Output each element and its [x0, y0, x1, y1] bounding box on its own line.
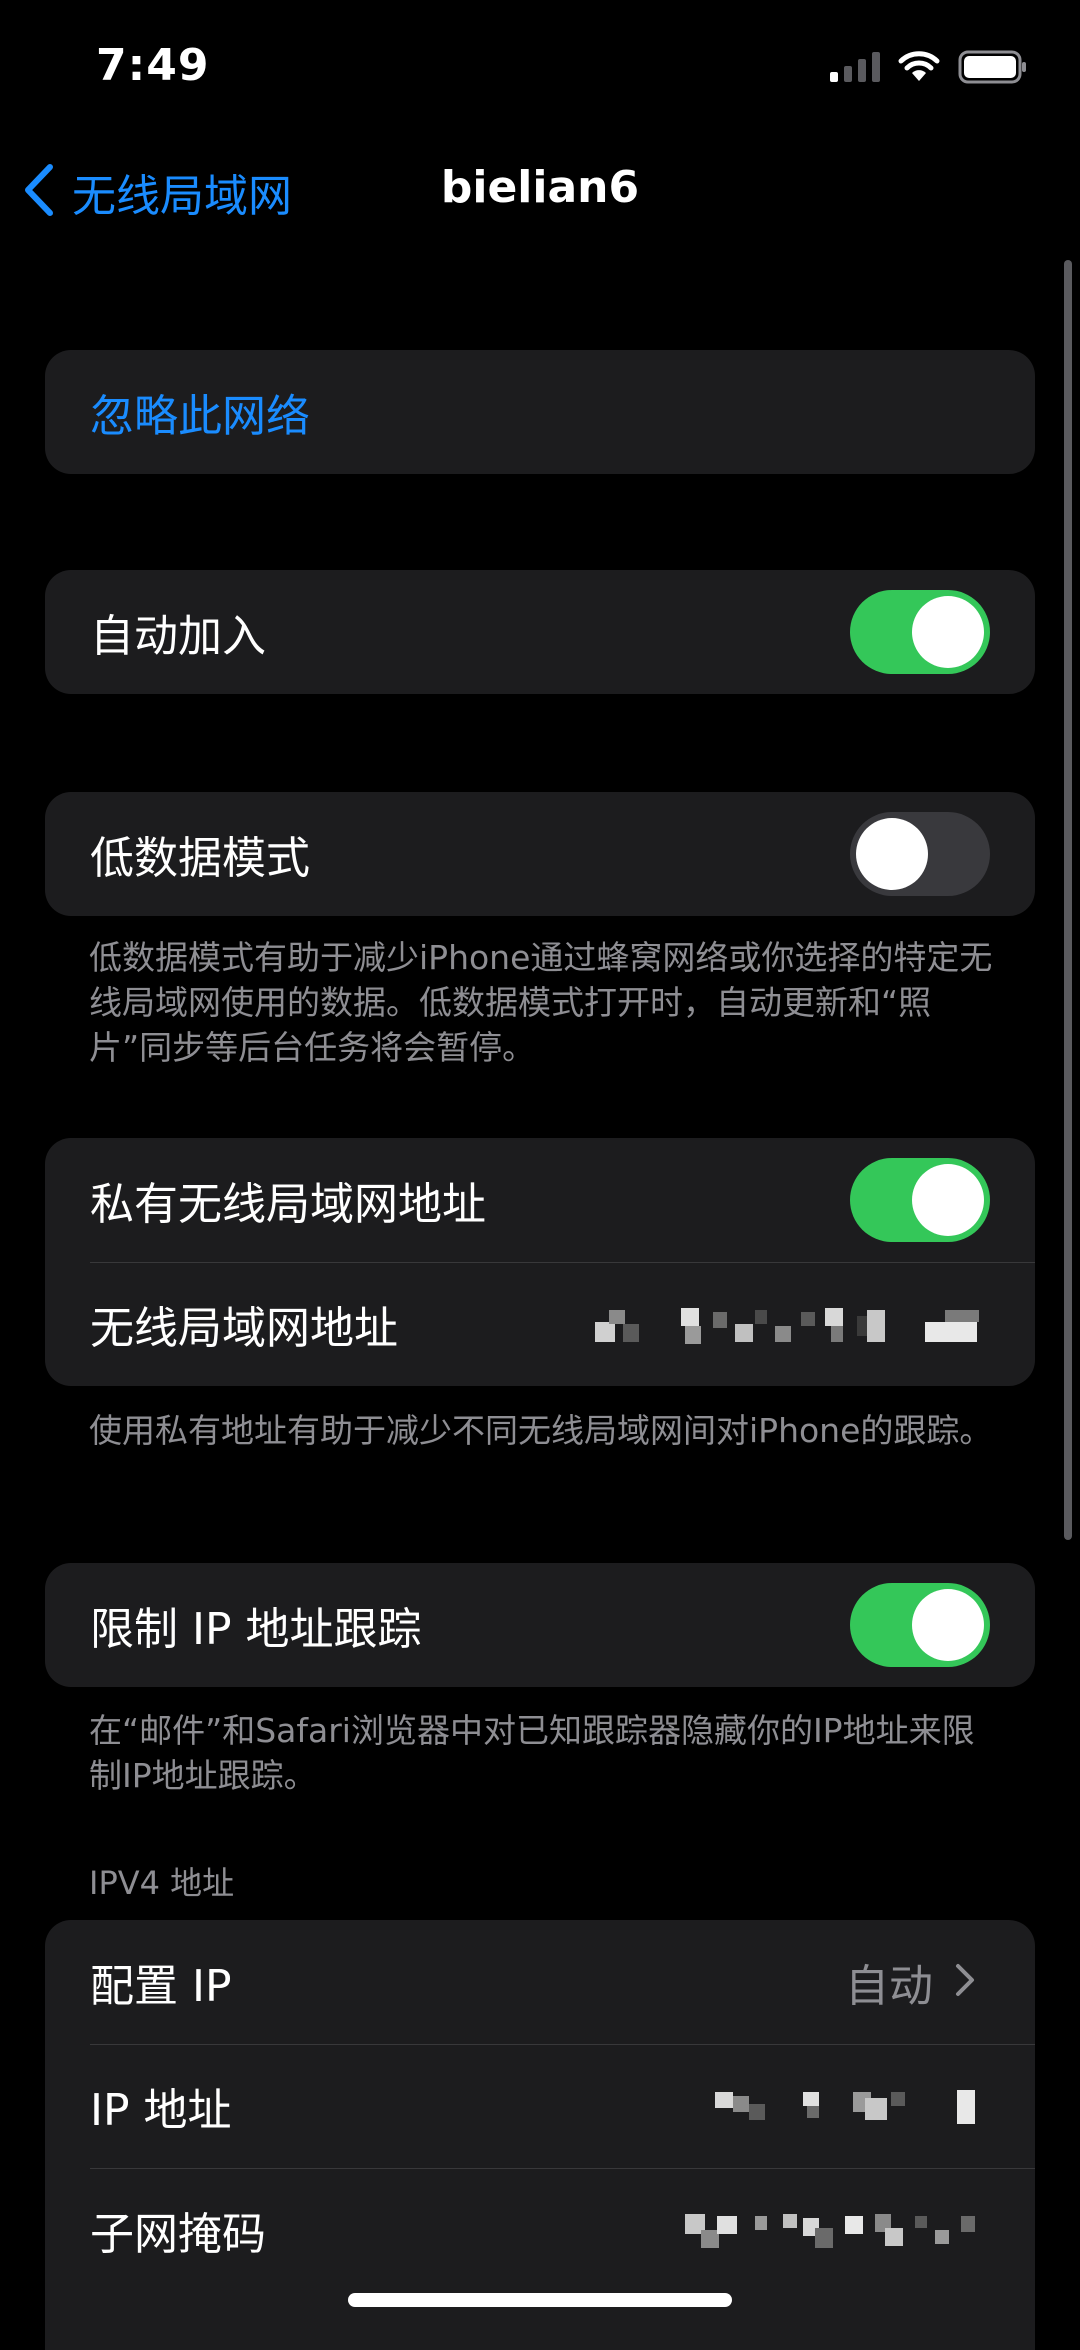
configure-ip-label: 配置 IP	[90, 1961, 232, 2012]
battery-icon	[958, 50, 1028, 84]
auto-join-group: 自动加入	[45, 570, 1035, 694]
toggle-knob	[912, 1589, 984, 1661]
configure-ip-value-text: 自动	[845, 1961, 933, 2012]
private-address-footnote: 使用私有地址有助于减少不同无线局域网间对iPhone的跟踪。	[89, 1411, 993, 1450]
low-data-group: 低数据模式	[45, 792, 1035, 916]
limit-ip-row: 限制 IP 地址跟踪	[45, 1563, 1035, 1687]
low-data-row: 低数据模式	[45, 792, 1035, 916]
ip-address-row: IP 地址	[45, 2044, 1035, 2168]
low-data-label: 低数据模式	[90, 833, 310, 884]
auto-join-row: 自动加入	[45, 570, 1035, 694]
low-data-toggle[interactable]	[850, 812, 990, 896]
ipv4-group: 配置 IP 自动 IP 地址 子网掩码	[45, 1920, 1035, 2350]
configure-ip-row[interactable]: 配置 IP 自动	[45, 1920, 1035, 2044]
status-icons	[830, 50, 1028, 84]
wifi-address-row: 无线局域网地址	[45, 1262, 1035, 1386]
private-address-group: 私有无线局域网地址 无线局域网地址	[45, 1138, 1035, 1386]
cellular-signal-icon	[830, 52, 880, 82]
forget-network-group: 忽略此网络	[45, 350, 1035, 474]
ip-address-label: IP 地址	[90, 2085, 232, 2136]
configure-ip-value: 自动	[845, 1950, 975, 2014]
toggle-knob	[912, 596, 984, 668]
navigation-bar: 无线局域网 bielian6	[0, 150, 1080, 230]
private-address-label: 私有无线局域网地址	[90, 1179, 486, 1230]
subnet-mask-label: 子网掩码	[90, 2209, 266, 2260]
redacted-ip-address	[715, 2090, 975, 2124]
forget-network-button[interactable]: 忽略此网络	[45, 350, 1035, 474]
auto-join-label: 自动加入	[90, 611, 266, 662]
redacted-address	[595, 1308, 979, 1344]
private-address-toggle[interactable]	[850, 1158, 990, 1242]
status-bar: 7:49	[0, 0, 1080, 130]
page-title: bielian6	[440, 162, 640, 213]
private-address-row: 私有无线局域网地址	[45, 1138, 1035, 1262]
wifi-address-label: 无线局域网地址	[90, 1303, 398, 1354]
limit-ip-label: 限制 IP 地址跟踪	[90, 1604, 422, 1655]
limit-ip-footnote: 在“邮件”和Safari浏览器中对已知跟踪器隐藏你的IP地址来限制IP地址跟踪。	[89, 1711, 975, 1795]
low-data-footnote: 低数据模式有助于减少iPhone通过蜂窝网络或你选择的特定无线局域网使用的数据。…	[89, 938, 993, 1067]
toggle-knob	[912, 1164, 984, 1236]
ipv4-section-header: IPV4 地址	[89, 1864, 235, 1902]
limit-ip-toggle[interactable]	[850, 1583, 990, 1667]
auto-join-toggle[interactable]	[850, 590, 990, 674]
redacted-subnet-mask	[685, 2214, 975, 2248]
scroll-indicator[interactable]	[1064, 260, 1072, 1540]
subnet-mask-row: 子网掩码	[45, 2168, 1035, 2292]
home-indicator[interactable]	[348, 2293, 732, 2307]
toggle-knob	[856, 818, 928, 890]
status-time: 7:49	[96, 40, 210, 91]
wifi-icon	[898, 51, 940, 83]
limit-ip-group: 限制 IP 地址跟踪	[45, 1563, 1035, 1687]
chevron-right-icon	[955, 1963, 975, 2001]
forget-network-label: 忽略此网络	[90, 391, 310, 442]
